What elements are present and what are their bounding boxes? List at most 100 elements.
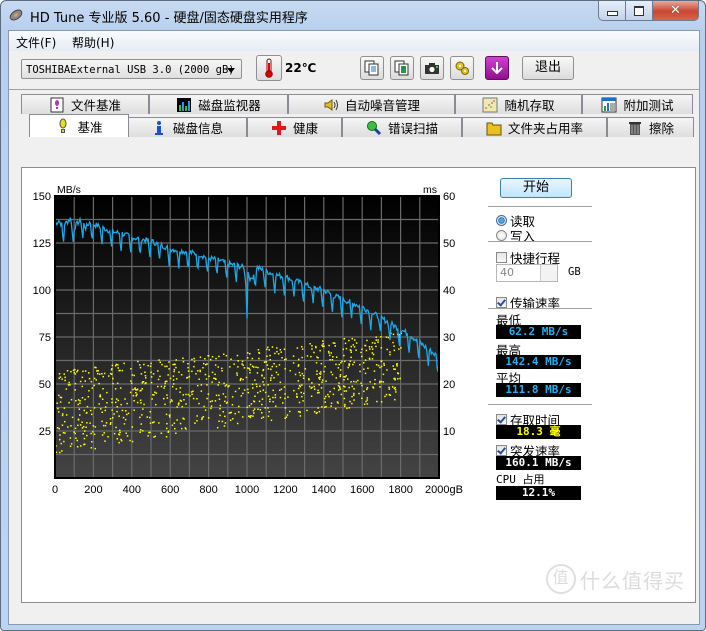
temperature-value: 22℃ [285, 61, 317, 75]
access-time-point [380, 336, 382, 338]
access-time-point [84, 370, 87, 372]
access-time-point [82, 425, 85, 428]
access-time-point [113, 413, 115, 415]
access-time-point [215, 394, 218, 397]
access-time-point [350, 351, 352, 353]
access-time-point [337, 367, 340, 369]
tab-label: 基准 [77, 119, 103, 135]
menu-help[interactable]: 帮助(H) [72, 34, 114, 51]
tab-random-access[interactable]: 随机存取 [455, 94, 582, 114]
access-time-point [240, 395, 243, 397]
access-time-point [273, 363, 275, 365]
access-time-point [215, 357, 217, 360]
access-time-point [160, 432, 163, 434]
temperature-button[interactable] [256, 55, 282, 81]
access-time-point [371, 346, 373, 348]
access-time-point [331, 359, 334, 361]
copy-image-button[interactable] [390, 56, 414, 80]
access-time-point [163, 397, 165, 400]
access-time-point [322, 340, 324, 342]
start-button[interactable]: 开始 [500, 178, 572, 198]
access-time-point [77, 399, 80, 401]
access-time-point [185, 393, 187, 396]
tab-erase[interactable]: 擦除 [607, 117, 694, 137]
tab-benchmark[interactable]: 基准 [29, 114, 129, 137]
tab-disk-monitor[interactable]: 磁盘监视器 [149, 94, 288, 114]
access-time-point [277, 353, 280, 355]
access-time-point [179, 387, 182, 389]
x-tick: 1400 [312, 484, 336, 496]
copy-text-button[interactable] [360, 56, 384, 80]
access-time-point [259, 390, 262, 393]
tab-error-scan[interactable]: 错误扫描 [342, 117, 462, 137]
access-time-point [372, 386, 374, 388]
save-button[interactable] [485, 56, 509, 80]
tab-folder-usage[interactable]: 文件夹占用率 [462, 117, 607, 137]
access-time-point [273, 377, 275, 379]
access-time-point [343, 397, 346, 400]
access-time-point [96, 372, 99, 375]
access-time-point [254, 379, 256, 381]
access-time-point [379, 366, 381, 369]
maximize-button[interactable] [626, 1, 653, 21]
access-time-point [248, 367, 250, 370]
info-icon [154, 120, 163, 135]
access-time-point [249, 363, 252, 366]
access-time-point [219, 408, 221, 410]
access-time-point [166, 422, 168, 425]
access-time-point [237, 366, 239, 368]
access-time-point [309, 343, 311, 345]
access-time-point [144, 371, 146, 373]
drive-select[interactable]: TOSHIBAExternal USB 3.0 (2000 gB) [21, 59, 242, 79]
access-time-point [153, 421, 155, 423]
separator [488, 308, 592, 309]
access-time-point [178, 402, 180, 404]
access-time-point [266, 355, 268, 357]
x-tick: 1200 [273, 484, 297, 496]
access-time-point [296, 393, 298, 395]
access-time-point [195, 373, 197, 375]
y-tick-right: 20 [443, 379, 455, 391]
menu-file[interactable]: 文件(F) [16, 34, 56, 51]
access-time-point [269, 359, 271, 361]
access-time-point [90, 409, 92, 412]
access-time-point [338, 363, 340, 366]
access-time-point [84, 398, 86, 401]
access-time-point [299, 385, 301, 388]
access-time-point [315, 362, 318, 364]
exit-button[interactable]: 退出 [522, 56, 574, 80]
title-bar[interactable]: HD Tune 专业版 5.60 - 硬盘/固态硬盘实用程序 ✕ [1, 1, 705, 30]
x-tick: 1600 [350, 484, 374, 496]
access-time-point [236, 374, 238, 376]
options-button[interactable] [450, 56, 474, 80]
access-time-point [270, 419, 273, 422]
tab-extra-tests[interactable]: 附加测试 [582, 94, 693, 114]
tab-label: 文件夹占用率 [507, 121, 583, 136]
access-time-point [254, 395, 256, 397]
access-time-point [131, 374, 134, 376]
access-time-point [77, 369, 79, 372]
access-time-point [317, 357, 319, 359]
screenshot-button[interactable] [420, 56, 444, 80]
access-time-point [302, 374, 305, 377]
access-time-point [302, 377, 305, 379]
spinner-arrows-icon[interactable] [540, 265, 557, 281]
tab-file-benchmark[interactable]: 文件基准 [21, 94, 149, 114]
access-time-point [90, 447, 93, 449]
access-time-point [353, 394, 355, 396]
access-time-point [58, 394, 60, 397]
access-time-point [348, 386, 350, 389]
tab-health[interactable]: 健康 [247, 117, 342, 137]
minimize-button[interactable] [598, 1, 626, 21]
access-time-point [294, 373, 297, 376]
access-time-point [199, 369, 201, 372]
close-button[interactable]: ✕ [653, 1, 699, 21]
short-stroke-spinner[interactable]: 40 [496, 264, 558, 282]
access-time-point [259, 409, 262, 411]
tab-disk-info[interactable]: 磁盘信息 [127, 117, 247, 137]
access-time-point [318, 391, 320, 394]
access-time-point [262, 416, 265, 418]
write-radio[interactable]: 写入 [496, 226, 535, 245]
access-time-point [210, 405, 213, 407]
tab-aam[interactable]: 自动噪音管理 [288, 94, 455, 114]
